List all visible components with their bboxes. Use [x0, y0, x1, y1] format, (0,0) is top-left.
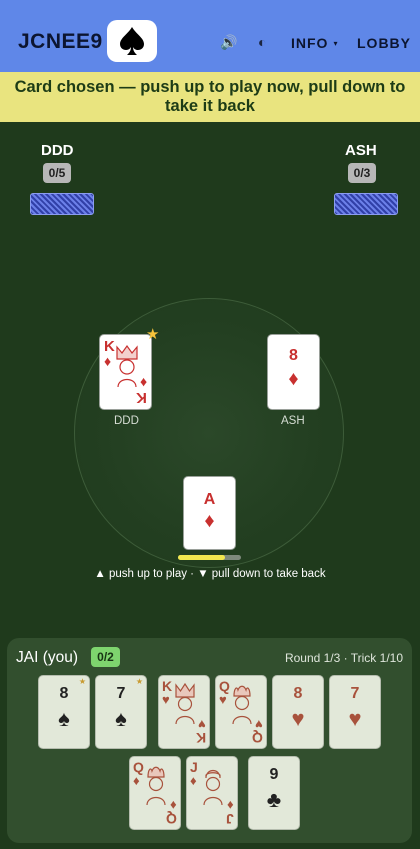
- heart-icon: ♥: [348, 706, 362, 731]
- hand-card[interactable]: 9 ♣: [248, 756, 300, 830]
- status-banner: Card chosen — push up to play now, pull …: [0, 72, 420, 122]
- hand-card[interactable]: 8 ♥: [272, 675, 324, 749]
- card-rank: K: [195, 730, 206, 746]
- queen-face-icon: [232, 685, 252, 724]
- spade-logo[interactable]: [107, 20, 157, 62]
- player-score-badge: 0/2: [91, 647, 120, 667]
- lobby-button[interactable]: LOBBY: [357, 35, 411, 51]
- info-label: INFO: [291, 35, 329, 51]
- push-progress-fill: [178, 555, 226, 560]
- game-code-title: JCNEE9: [18, 30, 103, 53]
- queen-face-icon: [146, 766, 166, 805]
- game-table: DDD 0/5 ASH 0/3 K ♦ ♦ K ★ DDD 8 ♦ ASH A …: [0, 122, 420, 638]
- opponent-score-ash: 0/3: [348, 163, 376, 183]
- hand-card[interactable]: K ♥ ♥ K: [158, 675, 210, 749]
- info-menu-button[interactable]: INFO ▾: [291, 35, 338, 51]
- sound-icon[interactable]: 🔊: [220, 34, 237, 51]
- diamond-icon: ♦: [190, 773, 197, 788]
- card-rank: 7: [350, 685, 360, 702]
- chevron-down-icon: ▾: [333, 38, 339, 48]
- card-rank: 8: [289, 347, 298, 364]
- hand-card[interactable]: Q ♥ ♥ Q: [215, 675, 267, 749]
- round-trick-info: Round 1/3 · Trick 1/10: [284, 651, 403, 665]
- opponent-hand-ash: [334, 193, 398, 215]
- heart-icon: ♥: [162, 692, 170, 707]
- card-rank: Q: [252, 730, 263, 746]
- card-rank: J: [226, 811, 234, 827]
- card-rank: A: [203, 491, 216, 508]
- card-rank: 8: [59, 685, 69, 702]
- hand-card[interactable]: Q ♦ ♦ Q: [129, 756, 181, 830]
- opponent-score-ddd: 0/5: [43, 163, 71, 183]
- played-by-ash: ASH: [281, 415, 305, 427]
- card-rank: 9: [269, 766, 279, 783]
- top-bar: JCNEE9 🔊 ◐ INFO ▾ LOBBY: [0, 0, 420, 72]
- diamond-icon: ♦: [204, 510, 215, 532]
- played-card-ash: 8 ♦: [267, 334, 320, 410]
- hand-card[interactable]: ★ 8 ♠: [38, 675, 90, 749]
- played-card-ddd: K ♦ ♦ K: [99, 334, 152, 410]
- gesture-hint: ▲ push up to play · ▼ pull down to take …: [94, 568, 326, 580]
- opponent-name-ddd: DDD: [41, 142, 74, 159]
- king-face-icon: [175, 682, 195, 724]
- opponent-hand-ddd: [30, 193, 94, 215]
- contrast-icon[interactable]: ◐: [258, 34, 266, 50]
- card-rank: 8: [293, 685, 303, 702]
- diamond-icon: ♦: [288, 368, 299, 390]
- played-by-ddd: DDD: [114, 415, 139, 427]
- hand-card[interactable]: 7 ♥: [329, 675, 381, 749]
- card-rank: 7: [116, 685, 126, 702]
- heart-icon: ♥: [219, 692, 227, 707]
- opponent-name-ash: ASH: [345, 142, 377, 159]
- heart-icon: ♥: [291, 706, 305, 731]
- chosen-card[interactable]: A ♦: [183, 476, 236, 550]
- jack-face-icon: [203, 769, 223, 805]
- diamond-icon: ♦: [104, 353, 112, 369]
- hand-card[interactable]: J ♦ ♦ J: [186, 756, 238, 830]
- diamond-icon: ♦: [133, 773, 140, 788]
- spade-icon: ♠: [115, 706, 127, 731]
- push-progress-bar: [178, 555, 241, 560]
- player-name: JAI (you): [16, 649, 79, 666]
- card-rank: K: [136, 389, 147, 406]
- spade-icon: ♠: [58, 706, 70, 731]
- king-face-icon: [116, 344, 138, 387]
- spade-icon: [120, 27, 144, 55]
- hand-card[interactable]: ★ 7 ♠: [95, 675, 147, 749]
- club-icon: ♣: [266, 787, 282, 812]
- leading-star-icon: ★: [146, 326, 160, 343]
- player-hand-panel: JAI (you) 0/2 Round 1/3 · Trick 1/10 ★ 8…: [7, 638, 412, 843]
- card-rank: Q: [166, 811, 177, 827]
